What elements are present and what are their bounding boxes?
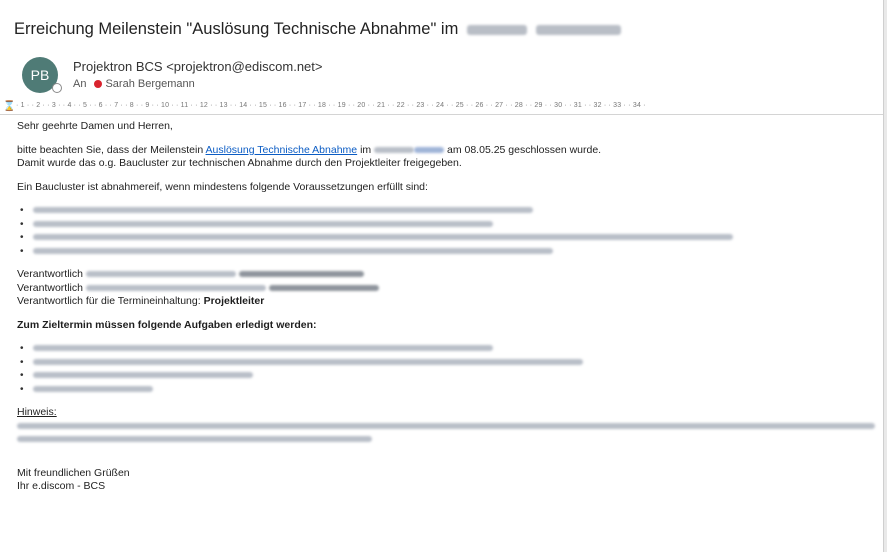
redacted-link[interactable]	[414, 146, 445, 153]
prereq-list	[17, 204, 877, 258]
redacted-text	[33, 207, 533, 214]
responsible-line: Verantwortlich für die Termineinhaltung:…	[17, 295, 877, 309]
busy-status-icon	[94, 80, 103, 88]
redacted-text	[374, 146, 415, 153]
redacted-text	[466, 24, 527, 35]
text: Verantwortlich für die Termineinhaltung:	[17, 295, 201, 307]
ruler: ⌛ · 1 · · 2 · · 3 · · 4 · · 5 · · 6 · · …	[0, 99, 883, 115]
list-item	[17, 369, 877, 383]
redacted-text	[535, 24, 621, 35]
sender-name[interactable]: Projektron BCS <projektron@ediscom.net>	[73, 59, 322, 74]
text: bitte beachten Sie, dass der Meilenstein	[17, 143, 204, 156]
redacted-text	[33, 234, 733, 241]
redacted-text	[33, 372, 253, 379]
responsible-line: Verantwortlich	[17, 268, 877, 282]
email-body: Sehr geehrte Damen und Herren, bitte bea…	[17, 120, 877, 494]
redacted-text	[238, 271, 364, 278]
subject-text: Erreichung Meilenstein "Auslösung Techni…	[14, 20, 459, 38]
list-item	[17, 383, 877, 397]
list-item	[17, 356, 877, 370]
presence-icon	[52, 83, 62, 93]
closing: Mit freundlichen Grüßen	[17, 466, 130, 479]
hint-heading: Hinweis:	[17, 406, 57, 418]
redacted-text	[33, 345, 493, 352]
ruler-ticks: · 1 · · 2 · · 3 · · 4 · · 5 · · 6 · · 7 …	[16, 102, 646, 109]
hint-line	[17, 420, 877, 434]
text: im	[360, 143, 372, 156]
text: Projektleiter	[203, 295, 265, 307]
signature: Ihr e.discom - BCS	[17, 480, 106, 492]
redacted-text	[33, 247, 553, 254]
text: am 08.05.25 geschlossen wurde.	[447, 143, 602, 156]
recipient-line: An Sarah Bergemann	[73, 78, 195, 90]
redacted-text	[33, 220, 493, 227]
milestone-link[interactable]: Auslösung Technische Abnahme	[206, 144, 358, 156]
recipient-name[interactable]: Sarah Bergemann	[105, 78, 194, 90]
email-reading-pane: Erreichung Meilenstein "Auslösung Techni…	[0, 0, 884, 552]
paragraph-release: Damit wurde das o.g. Baucluster zur tech…	[17, 157, 462, 169]
tasks-heading: Zum Zieltermin müssen folgende Aufgaben …	[17, 318, 317, 331]
list-item	[17, 342, 877, 356]
list-item	[17, 218, 877, 232]
list-item	[17, 231, 877, 245]
paragraph-prereq: Ein Baucluster ist abnahmereif, wenn min…	[17, 180, 428, 193]
to-label: An	[73, 78, 87, 90]
list-item	[17, 204, 877, 218]
redacted-text	[268, 284, 379, 291]
hint-line	[17, 433, 877, 447]
responsible-line: Verantwortlich	[17, 282, 877, 296]
hourglass-icon: ⌛	[3, 101, 16, 112]
redacted-text	[17, 436, 372, 443]
task-list	[17, 342, 877, 396]
text: Verantwortlich	[17, 281, 83, 294]
redacted-text	[17, 422, 875, 429]
email-subject: Erreichung Meilenstein "Auslösung Techni…	[14, 20, 621, 39]
greeting: Sehr geehrte Damen und Herren,	[17, 120, 173, 132]
avatar-initials: PB	[30, 67, 50, 83]
redacted-text	[33, 358, 583, 365]
list-item	[17, 245, 877, 259]
text: Verantwortlich	[17, 268, 83, 280]
redacted-text	[85, 271, 236, 278]
redacted-text	[33, 385, 153, 392]
redacted-text	[85, 284, 266, 291]
paragraph-milestone: bitte beachten Sie, dass der Meilenstein…	[17, 144, 877, 158]
